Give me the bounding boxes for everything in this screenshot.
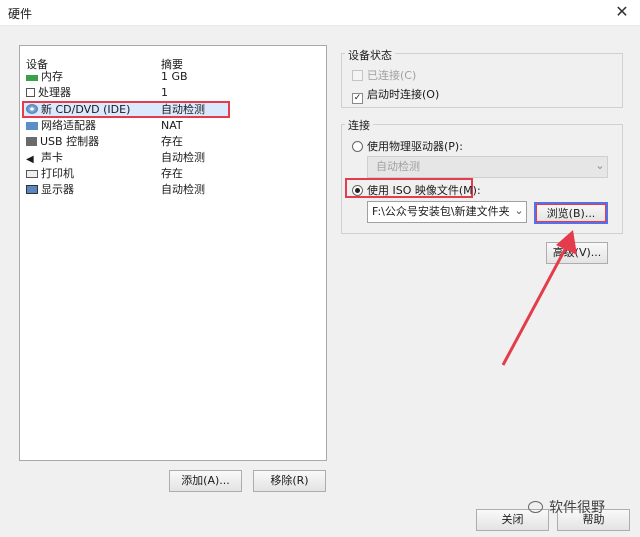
device-summary: NAT xyxy=(161,119,183,132)
device-name: 新 CD/DVD (IDE) xyxy=(41,103,131,116)
table-row[interactable]: 新 CD/DVD (IDE) 自动检测 xyxy=(20,102,320,118)
device-name: 网络适配器 xyxy=(41,119,96,132)
check-icon: ✓ xyxy=(352,93,363,104)
device-name: 声卡 xyxy=(41,151,63,164)
device-summary: 1 GB xyxy=(161,70,188,83)
title-bar: 硬件 ✕ xyxy=(0,0,640,26)
network-adapter-icon xyxy=(26,122,38,130)
connection-label: 连接 xyxy=(345,117,373,133)
connected-label: 已连接(C) xyxy=(367,69,417,82)
watermark-text: 软件很野 xyxy=(549,500,605,516)
table-row[interactable]: 处理器 1 xyxy=(20,85,320,101)
cd-dvd-icon xyxy=(26,104,38,114)
iso-image-radio[interactable]: 使用 ISO 映像文件(M): xyxy=(352,182,481,198)
chevron-down-icon: ⌄ xyxy=(595,159,605,172)
memory-icon xyxy=(26,75,38,81)
device-summary: 1 xyxy=(161,86,168,99)
iso-path-input[interactable]: F:\公众号安装包\新建文件夹 xyxy=(367,201,527,223)
printer-icon xyxy=(26,170,38,178)
arrow-head xyxy=(556,230,577,255)
window-title: 硬件 xyxy=(8,7,33,21)
physical-drive-label: 使用物理驱动器(P): xyxy=(367,140,463,153)
connect-on-power-label: 启动时连接(O) xyxy=(367,88,440,101)
device-summary: 自动检测 xyxy=(161,183,205,196)
connected-checkbox[interactable]: 已连接(C) xyxy=(352,67,416,83)
radio-off xyxy=(352,141,363,152)
device-summary: 自动检测 xyxy=(161,103,205,116)
device-name: 处理器 xyxy=(38,86,71,99)
device-name: 显示器 xyxy=(41,183,74,196)
watermark: 软件很野 xyxy=(528,497,605,517)
browse-button[interactable]: 浏览(B)... xyxy=(534,202,608,224)
close-icon[interactable]: ✕ xyxy=(612,3,632,21)
arrow-shaft xyxy=(501,239,572,366)
iso-image-label: 使用 ISO 映像文件(M): xyxy=(367,184,481,197)
table-row[interactable]: 打印机 存在 xyxy=(20,166,320,182)
device-list[interactable]: 设备 摘要 内存 1 GB 处理器 1 新 CD/DVD (IDE) 自动检测 … xyxy=(19,45,327,461)
table-row[interactable]: 网络适配器 NAT xyxy=(20,118,320,134)
table-row[interactable]: 内存 1 GB xyxy=(20,69,320,85)
add-button[interactable]: 添加(A)... xyxy=(169,470,242,492)
checkbox-box xyxy=(352,70,363,81)
drive-select[interactable]: 自动检测 xyxy=(367,156,608,178)
table-row[interactable]: 显示器 自动检测 xyxy=(20,182,320,198)
monitor-icon xyxy=(26,185,38,194)
speaker-icon: ◀ xyxy=(26,154,34,165)
processor-icon xyxy=(26,88,35,97)
chat-bubble-icon xyxy=(528,501,543,513)
chevron-down-icon[interactable]: ⌄ xyxy=(511,201,527,223)
radio-on xyxy=(352,185,363,196)
table-row[interactable]: ◀ 声卡 自动检测 xyxy=(20,150,320,166)
usb-icon xyxy=(26,137,37,146)
remove-button[interactable]: 移除(R) xyxy=(253,470,326,492)
device-status-label: 设备状态 xyxy=(345,47,395,63)
table-row[interactable]: USB 控制器 存在 xyxy=(20,134,320,150)
connect-on-power-checkbox[interactable]: ✓ 启动时连接(O) xyxy=(352,86,439,104)
annotation-arrow xyxy=(501,230,577,366)
device-name: 打印机 xyxy=(41,167,74,180)
device-summary: 自动检测 xyxy=(161,151,205,164)
device-name: USB 控制器 xyxy=(40,135,100,148)
physical-drive-radio[interactable]: 使用物理驱动器(P): xyxy=(352,138,463,154)
device-name: 内存 xyxy=(41,70,63,83)
device-summary: 存在 xyxy=(161,167,183,180)
device-summary: 存在 xyxy=(161,135,183,148)
